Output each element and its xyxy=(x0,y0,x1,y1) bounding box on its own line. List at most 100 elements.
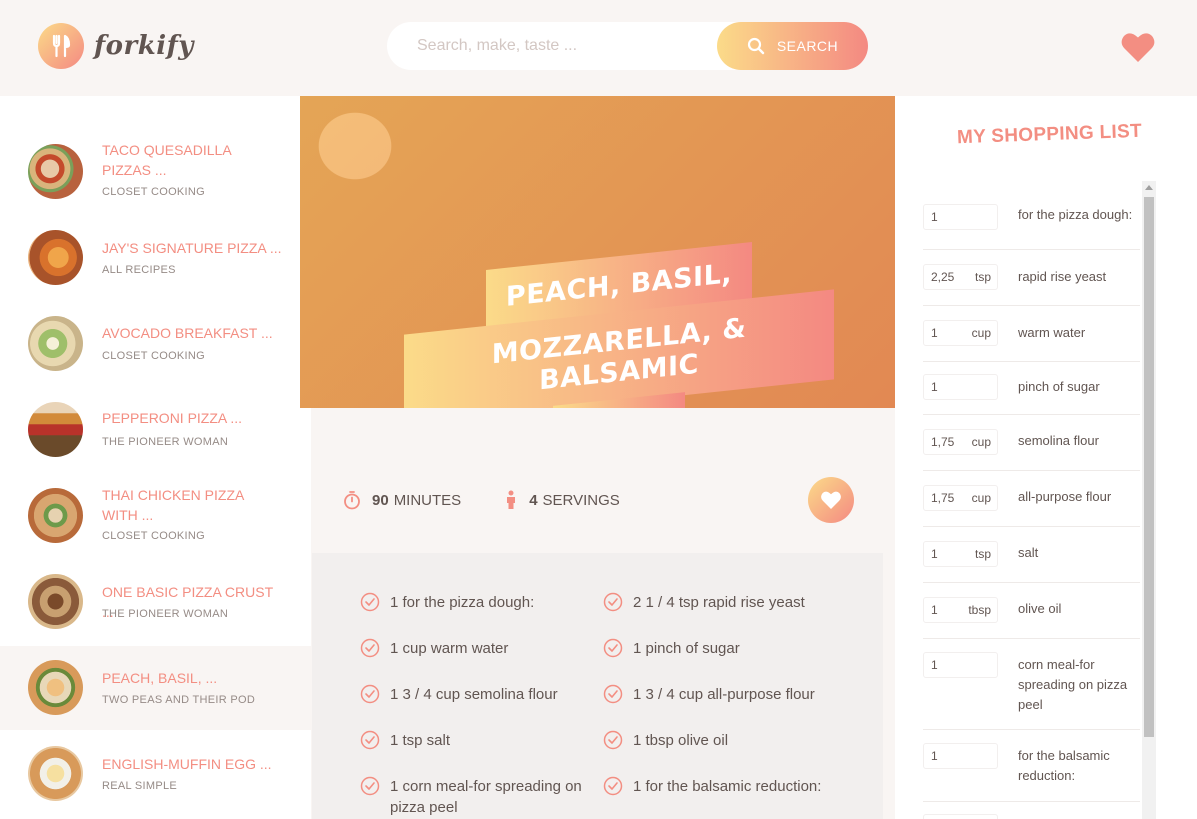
check-icon xyxy=(603,776,623,796)
shopping-item-desc: rapid rise yeast xyxy=(1018,269,1107,284)
ingredient-item: 1 corn meal-for spreading on pizza peel xyxy=(360,776,590,818)
shopping-unit: cup xyxy=(971,491,991,505)
ingredient-text: 1 corn meal-for spreading on pizza peel xyxy=(390,778,582,816)
shopping-item: 1 tsp salt xyxy=(923,527,1140,583)
shopping-item-desc: for the pizza dough: xyxy=(1018,207,1133,222)
shopping-count-input[interactable]: 1,75 cup xyxy=(923,429,998,455)
shopping-list-title: MY SHOPPING LIST xyxy=(956,120,1143,149)
recipe-time: 90 MINUTES xyxy=(342,490,461,510)
shopping-count-value: 1,75 xyxy=(931,435,955,449)
shopping-count-value: 1 xyxy=(931,749,938,763)
search-button-label: SEARCH xyxy=(776,38,839,54)
shopping-item: 1 tbsp olive oil xyxy=(923,583,1140,639)
result-item[interactable]: PEPPERONI PIZZA ... THE PIONEER WOMAN xyxy=(0,388,311,472)
search-button[interactable]: SEARCH xyxy=(717,22,868,70)
shopping-count-input[interactable]: 1 tbsp xyxy=(923,597,998,623)
shopping-item: 2,25 tsp rapid rise yeast xyxy=(923,250,1140,306)
result-item[interactable]: ENGLISH-MUFFIN EGG ... REAL SIMPLE xyxy=(0,732,311,816)
search-bar: SEARCH xyxy=(387,22,868,70)
result-publisher: CLOSET COOKING xyxy=(102,186,206,198)
result-title: JAY'S SIGNATURE PIZZA ... xyxy=(102,240,282,256)
result-title: PEACH, BASIL, ... xyxy=(102,670,218,686)
shopping-item-desc: all-purpose flour xyxy=(1018,489,1112,504)
result-title: ENGLISH-MUFFIN EGG ... xyxy=(102,756,272,772)
shopping-count-value: 1,75 xyxy=(931,491,955,505)
ingredient-text: 2 1 / 4 tsp rapid rise yeast xyxy=(633,594,805,611)
result-item-active[interactable]: PEACH, BASIL, ... TWO PEAS AND THEIR POD xyxy=(0,646,311,730)
result-thumbnail xyxy=(28,574,83,629)
shopping-count-input[interactable] xyxy=(923,814,998,819)
shopping-item-desc: salt xyxy=(1018,545,1039,560)
shopping-list-scrollbar[interactable] xyxy=(1142,181,1156,819)
shopping-count-input[interactable]: 1 xyxy=(923,374,998,400)
shopping-item-desc: semolina flour xyxy=(1018,433,1099,448)
recipe-minutes: 90 xyxy=(372,491,389,509)
person-icon xyxy=(507,490,516,509)
ingredient-item: 1 for the balsamic reduction: xyxy=(603,776,833,797)
recipe-servings-label: SERVINGS xyxy=(542,491,620,509)
ingredients-list: 1 for the pizza dough: 2 1 / 4 tsp rapid… xyxy=(312,553,883,819)
scrollbar-thumb[interactable] xyxy=(1144,197,1154,737)
shopping-unit: cup xyxy=(971,435,991,449)
shopping-count-value: 1 xyxy=(931,326,938,340)
search-results: TACO QUESADILLA PIZZAS ... CLOSET COOKIN… xyxy=(0,96,311,819)
ingredient-text: 1 for the pizza dough: xyxy=(390,594,535,611)
result-publisher: ALL RECIPES xyxy=(102,264,176,276)
check-icon xyxy=(360,638,380,658)
logo[interactable]: forkify xyxy=(38,23,194,69)
result-item[interactable]: TACO QUESADILLA PIZZAS ... CLOSET COOKIN… xyxy=(0,130,311,214)
result-item[interactable]: THAI CHICKEN PIZZA WITH ... CLOSET COOKI… xyxy=(0,474,311,558)
result-publisher: TWO PEAS AND THEIR POD xyxy=(102,694,256,706)
shopping-count-input[interactable]: 2,25 tsp xyxy=(923,264,998,290)
like-button[interactable] xyxy=(808,477,854,523)
shopping-count-input[interactable]: 1 xyxy=(923,204,998,230)
check-icon xyxy=(360,730,380,750)
recipe-details: 90 MINUTES 4 SERVINGS xyxy=(342,482,662,518)
search-icon xyxy=(747,37,765,55)
ingredient-item: 2 1 / 4 tsp rapid rise yeast xyxy=(603,592,833,613)
shopping-unit: tsp xyxy=(974,270,991,284)
heart-icon xyxy=(821,491,841,509)
ingredient-text: 1 tbsp olive oil xyxy=(633,732,729,749)
logo-text: forkify xyxy=(94,31,194,61)
ingredient-text: 1 3 / 4 cup all-purpose flour xyxy=(633,686,815,703)
shopping-count-input[interactable]: 1,75 cup xyxy=(923,485,998,511)
shopping-count-value: 1 xyxy=(931,380,938,394)
shopping-item-desc: corn meal-for spreading on pizza peel xyxy=(1018,657,1128,712)
ingredient-text: 1 3 / 4 cup semolina flour xyxy=(390,686,558,703)
result-publisher: THE PIONEER WOMAN xyxy=(102,608,229,620)
check-icon xyxy=(360,684,380,704)
shopping-count-value: 2,25 xyxy=(931,270,955,284)
stopwatch-icon xyxy=(344,491,360,510)
shopping-count-input[interactable]: 1 xyxy=(923,652,998,678)
shopping-count-value: 1 xyxy=(931,547,938,561)
result-publisher: CLOSET COOKING xyxy=(102,530,206,542)
ingredient-item: 1 for the pizza dough: xyxy=(360,592,590,613)
result-item[interactable]: AVOCADO BREAKFAST ... CLOSET COOKING xyxy=(0,302,311,386)
result-item[interactable]: ONE BASIC PIZZA CRUST ... THE PIONEER WO… xyxy=(0,560,311,644)
check-icon xyxy=(603,684,623,704)
result-item[interactable]: JAY'S SIGNATURE PIZZA ... ALL RECIPES xyxy=(0,216,311,300)
likes-heart-icon[interactable] xyxy=(1120,30,1156,64)
ingredient-item: 1 cup warm water xyxy=(360,638,590,659)
result-publisher: THE PIONEER WOMAN xyxy=(102,436,229,448)
check-icon xyxy=(603,730,623,750)
shopping-count-value: 1 xyxy=(931,658,938,672)
ingredient-text: 1 pinch of sugar xyxy=(633,640,740,657)
shopping-count-input[interactable]: 1 xyxy=(923,743,998,769)
shopping-item-desc: pinch of sugar xyxy=(1018,379,1100,394)
shopping-item-desc: warm water xyxy=(1018,325,1086,340)
ingredient-text: 1 for the balsamic reduction: xyxy=(633,778,822,795)
search-input[interactable] xyxy=(417,34,707,58)
shopping-count-input[interactable]: 1 cup xyxy=(923,320,998,346)
shopping-item: 1,75 cup all-purpose flour xyxy=(923,471,1140,527)
shopping-count-input[interactable]: 1 tsp xyxy=(923,541,998,567)
recipe-details-panel xyxy=(312,408,883,553)
ingredient-item: 1 tsp salt xyxy=(360,730,590,751)
scroll-up-arrow-icon[interactable] xyxy=(1145,185,1153,190)
check-icon xyxy=(360,776,380,796)
result-publisher: REAL SIMPLE xyxy=(102,780,178,792)
fork-knife-icon xyxy=(38,23,84,69)
shopping-item: 1 pinch of sugar xyxy=(923,362,1140,415)
ingredient-text: 1 tsp salt xyxy=(390,732,451,749)
